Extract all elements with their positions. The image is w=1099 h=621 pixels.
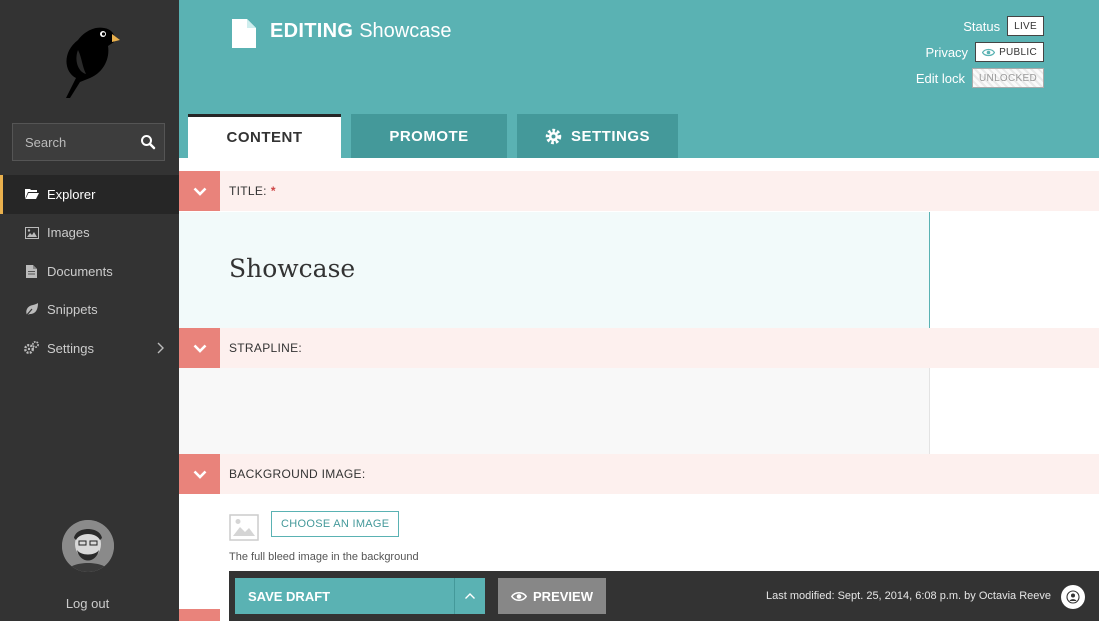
sidebar-nav: Explorer Images Documents Snippets Setti…	[0, 175, 179, 368]
search-box	[12, 123, 165, 161]
background-image-label: BACKGROUND IMAGE:	[229, 467, 366, 481]
privacy-button[interactable]: PUBLIC	[975, 42, 1044, 62]
image-placeholder-icon	[229, 514, 259, 541]
search-input[interactable]	[13, 124, 133, 160]
editor-tabs: CONTENT PROMOTE SETTINGS	[188, 114, 688, 158]
chevron-down-icon	[193, 470, 206, 479]
preview-label: PREVIEW	[533, 588, 593, 604]
preview-button[interactable]: PREVIEW	[498, 578, 606, 614]
collapse-toggle[interactable]	[179, 171, 220, 211]
sidebar-item-label: Explorer	[47, 186, 96, 202]
title-label-text: TITLE:	[229, 184, 267, 198]
sidebar-item-label: Snippets	[47, 302, 98, 318]
next-field-toggle[interactable]	[179, 609, 220, 621]
save-draft-button[interactable]: SAVE DRAFT	[235, 578, 454, 614]
tab-settings-label: SETTINGS	[570, 127, 650, 145]
collapse-toggle[interactable]	[179, 454, 220, 494]
choose-image-button[interactable]: CHOOSE AN IMAGE	[271, 511, 400, 537]
avatar[interactable]	[62, 520, 114, 572]
strapline-field-header: STRAPLINE:	[179, 328, 1099, 368]
chevron-right-icon	[157, 342, 164, 354]
sidebar-item-label: Images	[47, 225, 90, 241]
title-field-header: TITLE: *	[179, 171, 1099, 211]
chevron-down-icon	[193, 187, 206, 196]
title-input-value: Showcase	[229, 254, 356, 283]
status-badge[interactable]: LIVE	[1007, 16, 1044, 36]
strapline-input[interactable]	[179, 368, 930, 454]
document-icon	[24, 264, 39, 278]
privacy-label: Privacy	[925, 44, 969, 60]
sidebar-item-documents[interactable]: Documents	[0, 252, 179, 291]
strapline-label: STRAPLINE:	[229, 341, 303, 355]
image-icon	[24, 226, 39, 240]
privacy-row: Privacy PUBLIC	[925, 42, 1044, 62]
folder-open-icon	[24, 187, 39, 201]
sidebar-item-settings[interactable]: Settings	[0, 329, 179, 368]
user-icon[interactable]	[1061, 585, 1085, 609]
more-actions-button[interactable]	[454, 578, 485, 614]
title-input[interactable]: Showcase	[179, 212, 930, 328]
sidebar-item-label: Documents	[47, 263, 113, 279]
chevron-up-icon	[465, 593, 475, 599]
background-image-field-header: BACKGROUND IMAGE:	[179, 454, 1099, 494]
status-label: Status	[963, 18, 1001, 34]
required-marker: *	[270, 184, 276, 198]
status-row: Status LIVE	[963, 16, 1044, 36]
sidebar-item-snippets[interactable]: Snippets	[0, 291, 179, 330]
gear-icon	[545, 128, 562, 144]
chevron-down-icon	[193, 344, 206, 353]
search-icon[interactable]	[140, 134, 156, 150]
sidebar: Explorer Images Documents Snippets Setti…	[0, 0, 179, 621]
sidebar-item-images[interactable]: Images	[0, 214, 179, 253]
page-title-name: Showcase	[359, 20, 452, 42]
eye-icon	[982, 48, 996, 56]
edit-lock-label: Edit lock	[915, 70, 966, 86]
eye-icon	[511, 591, 528, 601]
page-title-prefix: EDITING	[270, 20, 354, 42]
background-image-help: The full bleed image in the background	[229, 551, 419, 563]
page-header: EDITING Showcase Status LIVE Privacy PUBL…	[179, 0, 1099, 158]
edit-lock-row: Edit lock UNLOCKED	[916, 68, 1044, 88]
page-icon	[232, 19, 256, 48]
wagtail-logo-icon[interactable]	[56, 20, 120, 100]
tab-promote[interactable]: PROMOTE	[351, 114, 507, 158]
action-bar: SAVE DRAFT PREVIEW Last modified: Sept. …	[229, 571, 1099, 621]
snippet-icon	[24, 303, 39, 317]
tab-settings[interactable]: SETTINGS	[517, 114, 678, 158]
logout-link[interactable]: Log out	[0, 596, 175, 611]
title-label: TITLE: *	[229, 184, 276, 198]
edit-lock-button[interactable]: UNLOCKED	[972, 68, 1044, 88]
page-title: EDITING Showcase	[270, 20, 452, 43]
tab-content[interactable]: CONTENT	[188, 114, 341, 158]
last-modified-text: Last modified: Sept. 25, 2014, 6:08 p.m.…	[766, 590, 1051, 602]
cogs-icon	[24, 341, 39, 355]
privacy-value: PUBLIC	[999, 46, 1037, 58]
collapse-toggle[interactable]	[179, 328, 220, 368]
sidebar-item-label: Settings	[47, 340, 94, 356]
sidebar-item-explorer[interactable]: Explorer	[0, 175, 179, 214]
